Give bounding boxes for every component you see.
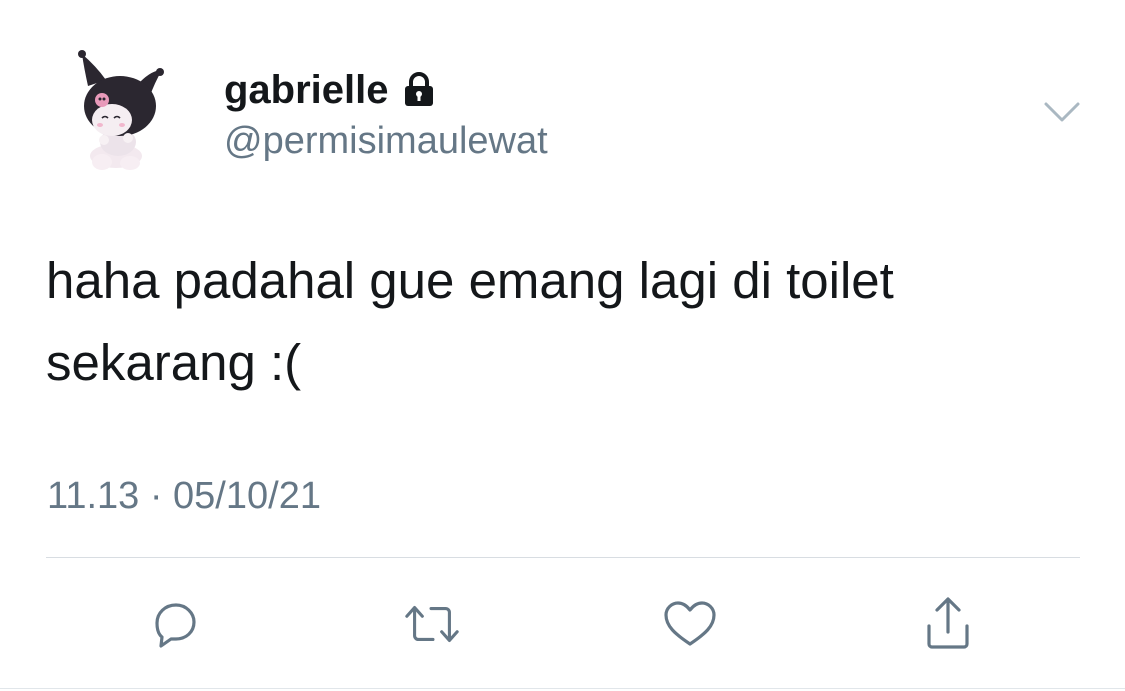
retweet-arrows-icon xyxy=(405,606,459,642)
bottom-divider xyxy=(0,688,1125,689)
user-avatar[interactable] xyxy=(74,46,170,174)
tweet-text: haha padahal gue emang lagi di toilet se… xyxy=(46,252,894,391)
upload-share-icon xyxy=(927,597,969,649)
retweet-button[interactable] xyxy=(402,594,462,654)
display-name[interactable]: gabrielle xyxy=(224,66,389,114)
divider xyxy=(46,557,1080,558)
share-button[interactable] xyxy=(918,594,978,654)
tweet-timestamp[interactable]: 11.13 · 05/10/21 xyxy=(47,472,321,520)
kuromi-avatar-icon xyxy=(78,50,164,170)
speech-bubble-icon xyxy=(155,603,196,648)
reply-button[interactable] xyxy=(145,594,205,654)
more-options-chevron-down-icon[interactable] xyxy=(1042,96,1082,130)
lock-icon xyxy=(399,70,439,110)
display-name-row[interactable]: gabrielle xyxy=(224,66,439,114)
heart-icon xyxy=(664,601,716,646)
user-handle[interactable]: @permisimaulewat xyxy=(224,118,548,164)
like-button[interactable] xyxy=(660,594,720,654)
